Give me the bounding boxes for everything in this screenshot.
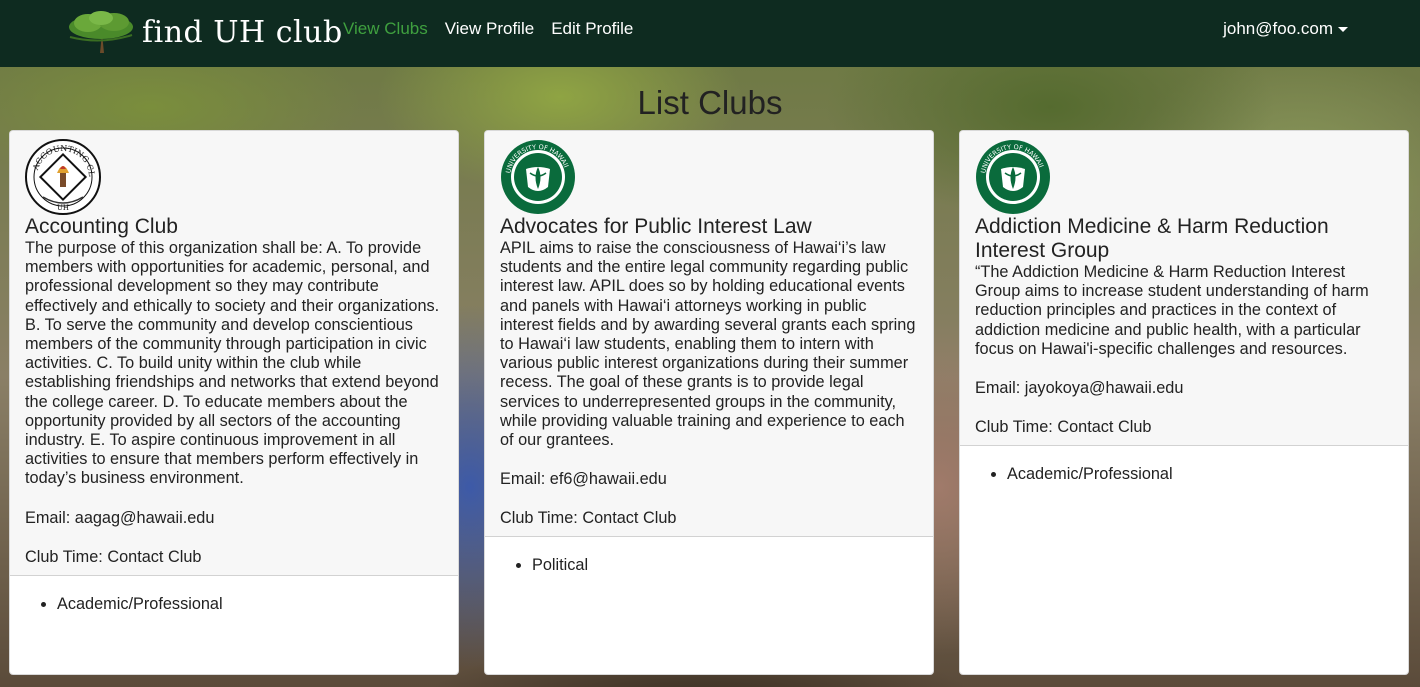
nav-links: View Clubs View Profile Edit Profile xyxy=(343,19,633,39)
club-card-header: UNIVERSITY OF HAWAII Addiction Medicine … xyxy=(960,131,1408,447)
university-of-hawaii-seal-icon: UNIVERSITY OF HAWAII xyxy=(976,140,1050,214)
club-tags: Academic/Professional xyxy=(960,446,1408,502)
svg-text:UH: UH xyxy=(57,204,69,212)
caret-down-icon xyxy=(1338,26,1348,32)
club-description: “The Addiction Medicine & Harm Reduction… xyxy=(975,263,1369,358)
club-time: Club Time: Contact Club xyxy=(25,547,202,566)
club-email: Email: ef6@hawaii.edu xyxy=(500,470,667,489)
club-name: Addiction Medicine & Harm Reduction Inte… xyxy=(975,215,1329,262)
club-email: Email: aagag@hawaii.edu xyxy=(25,508,215,527)
club-card-header: ACCOUNTING CLUB UH Accounting Club The p… xyxy=(10,131,458,576)
club-email: Email: jayokoya@hawaii.edu xyxy=(975,379,1184,398)
page-title: List Clubs xyxy=(637,84,783,121)
club-tags: Political xyxy=(485,537,933,593)
nav-view-profile[interactable]: View Profile xyxy=(445,19,534,39)
tree-logo-icon xyxy=(69,11,133,53)
brand-logo[interactable]: find UH club xyxy=(66,6,343,58)
club-tag: Political xyxy=(532,555,918,575)
user-email[interactable]: john@foo.com xyxy=(1223,19,1333,39)
brand-text[interactable]: find UH club xyxy=(142,15,343,50)
club-card: ACCOUNTING CLUB UH Accounting Club The p… xyxy=(9,130,459,675)
club-description: The purpose of this organization shall b… xyxy=(25,239,440,488)
club-description: APIL aims to raise the consciousness of … xyxy=(500,239,916,450)
club-tags: Academic/Professional xyxy=(10,576,458,632)
club-card: UNIVERSITY OF HAWAII Addiction Medicine … xyxy=(959,130,1409,675)
club-name: Advocates for Public Interest Law xyxy=(500,215,812,238)
club-time: Club Time: Contact Club xyxy=(500,509,677,528)
club-card-header: UNIVERSITY OF HAWAII Advocates for Publi… xyxy=(485,131,933,538)
club-time: Club Time: Contact Club xyxy=(975,418,1152,437)
club-card-list: ACCOUNTING CLUB UH Accounting Club The p… xyxy=(9,130,1409,675)
club-tag: Academic/Professional xyxy=(1007,464,1393,484)
navbar: find UH club View Clubs View Profile Edi… xyxy=(0,0,1420,67)
user-dropdown[interactable]: john@foo.com xyxy=(1223,19,1348,39)
club-tag: Academic/Professional xyxy=(57,594,443,614)
club-name: Accounting Club xyxy=(25,215,178,238)
accounting-club-seal-icon: ACCOUNTING CLUB UH xyxy=(25,139,101,215)
club-card: UNIVERSITY OF HAWAII Advocates for Publi… xyxy=(484,130,934,675)
nav-edit-profile[interactable]: Edit Profile xyxy=(551,19,633,39)
nav-view-clubs[interactable]: View Clubs xyxy=(343,19,428,39)
university-of-hawaii-seal-icon: UNIVERSITY OF HAWAII xyxy=(501,140,575,214)
